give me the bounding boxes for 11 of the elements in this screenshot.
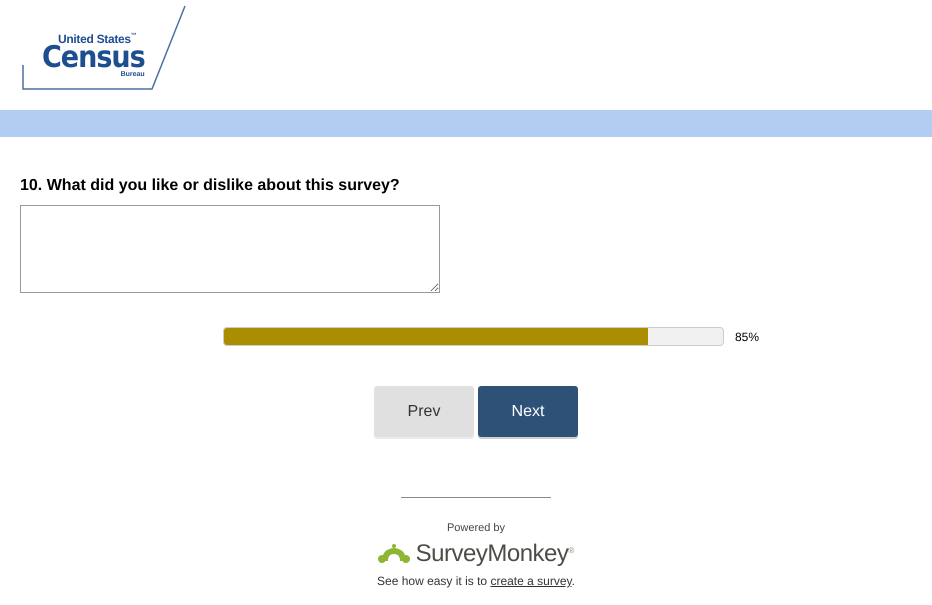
prev-button[interactable]: Prev [374,386,474,437]
powered-by-text: Powered by [446,522,506,534]
progress-percent: 85% [734,330,760,344]
footer-text: See how easy it is to create a survey. [377,574,575,588]
next-button[interactable]: Next [478,386,578,437]
question-title: 10. What did you like or dislike about this survey? [20,177,401,195]
monkey-icon [378,543,410,565]
brand-name: SurveyMonkey [416,540,568,568]
answer-box[interactable] [20,205,440,293]
create-survey-link[interactable]: create a survey [490,574,572,588]
registered-mark: ® [568,546,574,555]
